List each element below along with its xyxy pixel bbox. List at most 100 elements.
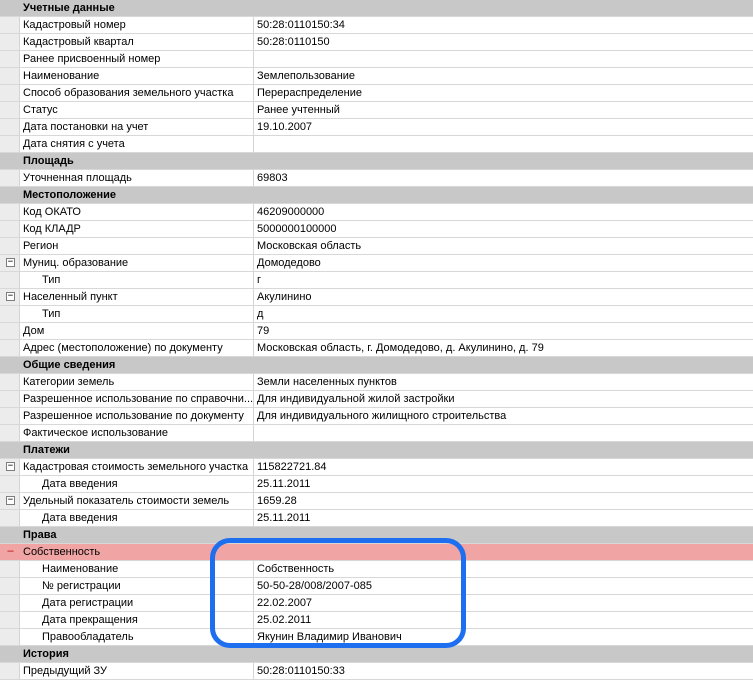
grid-row[interactable]: Адрес (местоположение) по документу Моско… bbox=[0, 340, 753, 357]
grid-row[interactable]: Дата введения 25.11.2011 bbox=[0, 510, 753, 527]
grid-row[interactable]: Уточненная площадь 69803 bbox=[0, 170, 753, 187]
property-name: Дата введения bbox=[20, 510, 254, 526]
row-gutter bbox=[0, 187, 20, 203]
property-value[interactable]: Московская область bbox=[254, 238, 753, 254]
grid-row[interactable]: Код КЛАДР 5000000100000 bbox=[0, 221, 753, 238]
property-name: № регистрации bbox=[20, 578, 254, 594]
grid-section-row[interactable]: Местоположение bbox=[0, 187, 753, 204]
property-name: Дом bbox=[20, 323, 254, 339]
property-value[interactable] bbox=[254, 136, 753, 152]
property-name: Код ОКАТО bbox=[20, 204, 254, 220]
grid-section-row[interactable]: Учетные данные bbox=[0, 0, 753, 17]
property-value bbox=[254, 527, 753, 543]
property-value[interactable]: 115822721.84 bbox=[254, 459, 753, 475]
row-gutter bbox=[0, 272, 20, 288]
grid-row[interactable]: Кадастровый квартал 50:28:0110150 bbox=[0, 34, 753, 51]
grid-row[interactable]: Кадастровый номер 50:28:0110150:34 bbox=[0, 17, 753, 34]
property-value[interactable]: Перераспределение bbox=[254, 85, 753, 101]
grid-row[interactable]: Тип д bbox=[0, 306, 753, 323]
property-value[interactable]: Домодедово bbox=[254, 255, 753, 271]
property-value[interactable]: Для индивидуального жилищного строительс… bbox=[254, 408, 753, 424]
section-title: Местоположение bbox=[23, 189, 117, 201]
property-value[interactable]: 19.10.2007 bbox=[254, 119, 753, 135]
property-value[interactable]: 79 bbox=[254, 323, 753, 339]
row-gutter bbox=[0, 527, 20, 543]
property-name: Способ образования земельного участка bbox=[20, 85, 254, 101]
grid-row[interactable]: Дом 79 bbox=[0, 323, 753, 340]
property-value[interactable]: г bbox=[254, 272, 753, 288]
grid-row[interactable]: Категории земель Земли населенных пунктов bbox=[0, 374, 753, 391]
grid-section-row[interactable]: Платежи bbox=[0, 442, 753, 459]
grid-row[interactable]: − Удельный показатель стоимости земель 165… bbox=[0, 493, 753, 510]
grid-row[interactable]: № регистрации 50-50-28/008/2007-085 bbox=[0, 578, 753, 595]
property-value[interactable]: Земли населенных пунктов bbox=[254, 374, 753, 390]
row-gutter bbox=[0, 340, 20, 356]
row-gutter bbox=[0, 476, 20, 492]
property-value[interactable]: 25.11.2011 bbox=[254, 510, 753, 526]
property-value[interactable]: Якунин Владимир Иванович bbox=[254, 629, 753, 645]
property-name: Правообладатель bbox=[20, 629, 254, 645]
row-gutter: − bbox=[0, 289, 20, 305]
property-value[interactable]: Ранее учтенный bbox=[254, 102, 753, 118]
property-value[interactable]: 25.11.2011 bbox=[254, 476, 753, 492]
grid-row[interactable]: Фактическое использование bbox=[0, 425, 753, 442]
grid-row[interactable]: Способ образования земельного участка Пер… bbox=[0, 85, 753, 102]
grid-section-row[interactable]: Общие сведения bbox=[0, 357, 753, 374]
property-value[interactable]: Собственность bbox=[254, 561, 753, 577]
section-title: Права bbox=[23, 529, 57, 541]
row-gutter bbox=[0, 442, 20, 458]
property-value[interactable]: Землепользование bbox=[254, 68, 753, 84]
grid-row[interactable]: Дата введения 25.11.2011 bbox=[0, 476, 753, 493]
property-value[interactable]: Акулинино bbox=[254, 289, 753, 305]
grid-row[interactable]: Наименование Собственность bbox=[0, 561, 753, 578]
section-title: Площадь bbox=[23, 155, 74, 167]
collapse-icon[interactable]: − bbox=[6, 496, 15, 505]
grid-row[interactable]: Наименование Землепользование bbox=[0, 68, 753, 85]
property-value[interactable] bbox=[254, 51, 753, 67]
property-value[interactable]: д bbox=[254, 306, 753, 322]
grid-row[interactable]: Код ОКАТО 46209000000 bbox=[0, 204, 753, 221]
grid-row[interactable]: Разрешенное использование по документу Дл… bbox=[0, 408, 753, 425]
property-name: Собственность bbox=[23, 546, 101, 558]
grid-row[interactable]: Дата прекращения 25.02.2011 bbox=[0, 612, 753, 629]
grid-row[interactable]: Предыдущий ЗУ 50:28:0110150:33 bbox=[0, 663, 753, 680]
grid-row[interactable]: − Населенный пункт Акулинино bbox=[0, 289, 753, 306]
property-value[interactable]: 50:28:0110150:33 bbox=[254, 663, 753, 679]
grid-row[interactable]: Ранее присвоенный номер bbox=[0, 51, 753, 68]
grid-row[interactable]: Тип г bbox=[0, 272, 753, 289]
row-gutter bbox=[0, 391, 20, 407]
property-value[interactable] bbox=[254, 544, 753, 560]
property-name: Адрес (местоположение) по документу bbox=[20, 340, 254, 356]
collapse-icon[interactable]: − bbox=[6, 545, 15, 557]
property-value[interactable]: 1659.28 bbox=[254, 493, 753, 509]
grid-row[interactable]: Регион Московская область bbox=[0, 238, 753, 255]
row-gutter bbox=[0, 170, 20, 186]
property-value[interactable]: 69803 bbox=[254, 170, 753, 186]
collapse-icon[interactable]: − bbox=[6, 292, 15, 301]
grid-row[interactable]: − Собственность bbox=[0, 544, 753, 561]
property-value[interactable]: Московская область, г. Домодедово, д. Ак… bbox=[254, 340, 753, 356]
collapse-icon[interactable]: − bbox=[6, 462, 15, 471]
property-value[interactable]: 46209000000 bbox=[254, 204, 753, 220]
grid-row[interactable]: Правообладатель Якунин Владимир Иванович bbox=[0, 629, 753, 646]
grid-row[interactable]: Дата снятия с учета bbox=[0, 136, 753, 153]
property-value[interactable]: Для индивидуальной жилой застройки bbox=[254, 391, 753, 407]
grid-row[interactable]: Дата регистрации 22.02.2007 bbox=[0, 595, 753, 612]
grid-section-row[interactable]: Площадь bbox=[0, 153, 753, 170]
grid-row[interactable]: Разрешенное использование по справочни..… bbox=[0, 391, 753, 408]
property-value[interactable] bbox=[254, 425, 753, 441]
row-gutter bbox=[0, 238, 20, 254]
property-value[interactable]: 5000000100000 bbox=[254, 221, 753, 237]
property-value[interactable]: 50:28:0110150:34 bbox=[254, 17, 753, 33]
property-value[interactable]: 50:28:0110150 bbox=[254, 34, 753, 50]
grid-row[interactable]: − Кадастровая стоимость земельного участк… bbox=[0, 459, 753, 476]
property-value[interactable]: 50-50-28/008/2007-085 bbox=[254, 578, 753, 594]
collapse-icon[interactable]: − bbox=[6, 258, 15, 267]
grid-section-row[interactable]: История bbox=[0, 646, 753, 663]
property-value[interactable]: 25.02.2011 bbox=[254, 612, 753, 628]
grid-row[interactable]: Дата постановки на учет 19.10.2007 bbox=[0, 119, 753, 136]
grid-row[interactable]: − Муниц. образование Домодедово bbox=[0, 255, 753, 272]
property-value[interactable]: 22.02.2007 bbox=[254, 595, 753, 611]
grid-row[interactable]: Статус Ранее учтенный bbox=[0, 102, 753, 119]
grid-section-row[interactable]: Права bbox=[0, 527, 753, 544]
